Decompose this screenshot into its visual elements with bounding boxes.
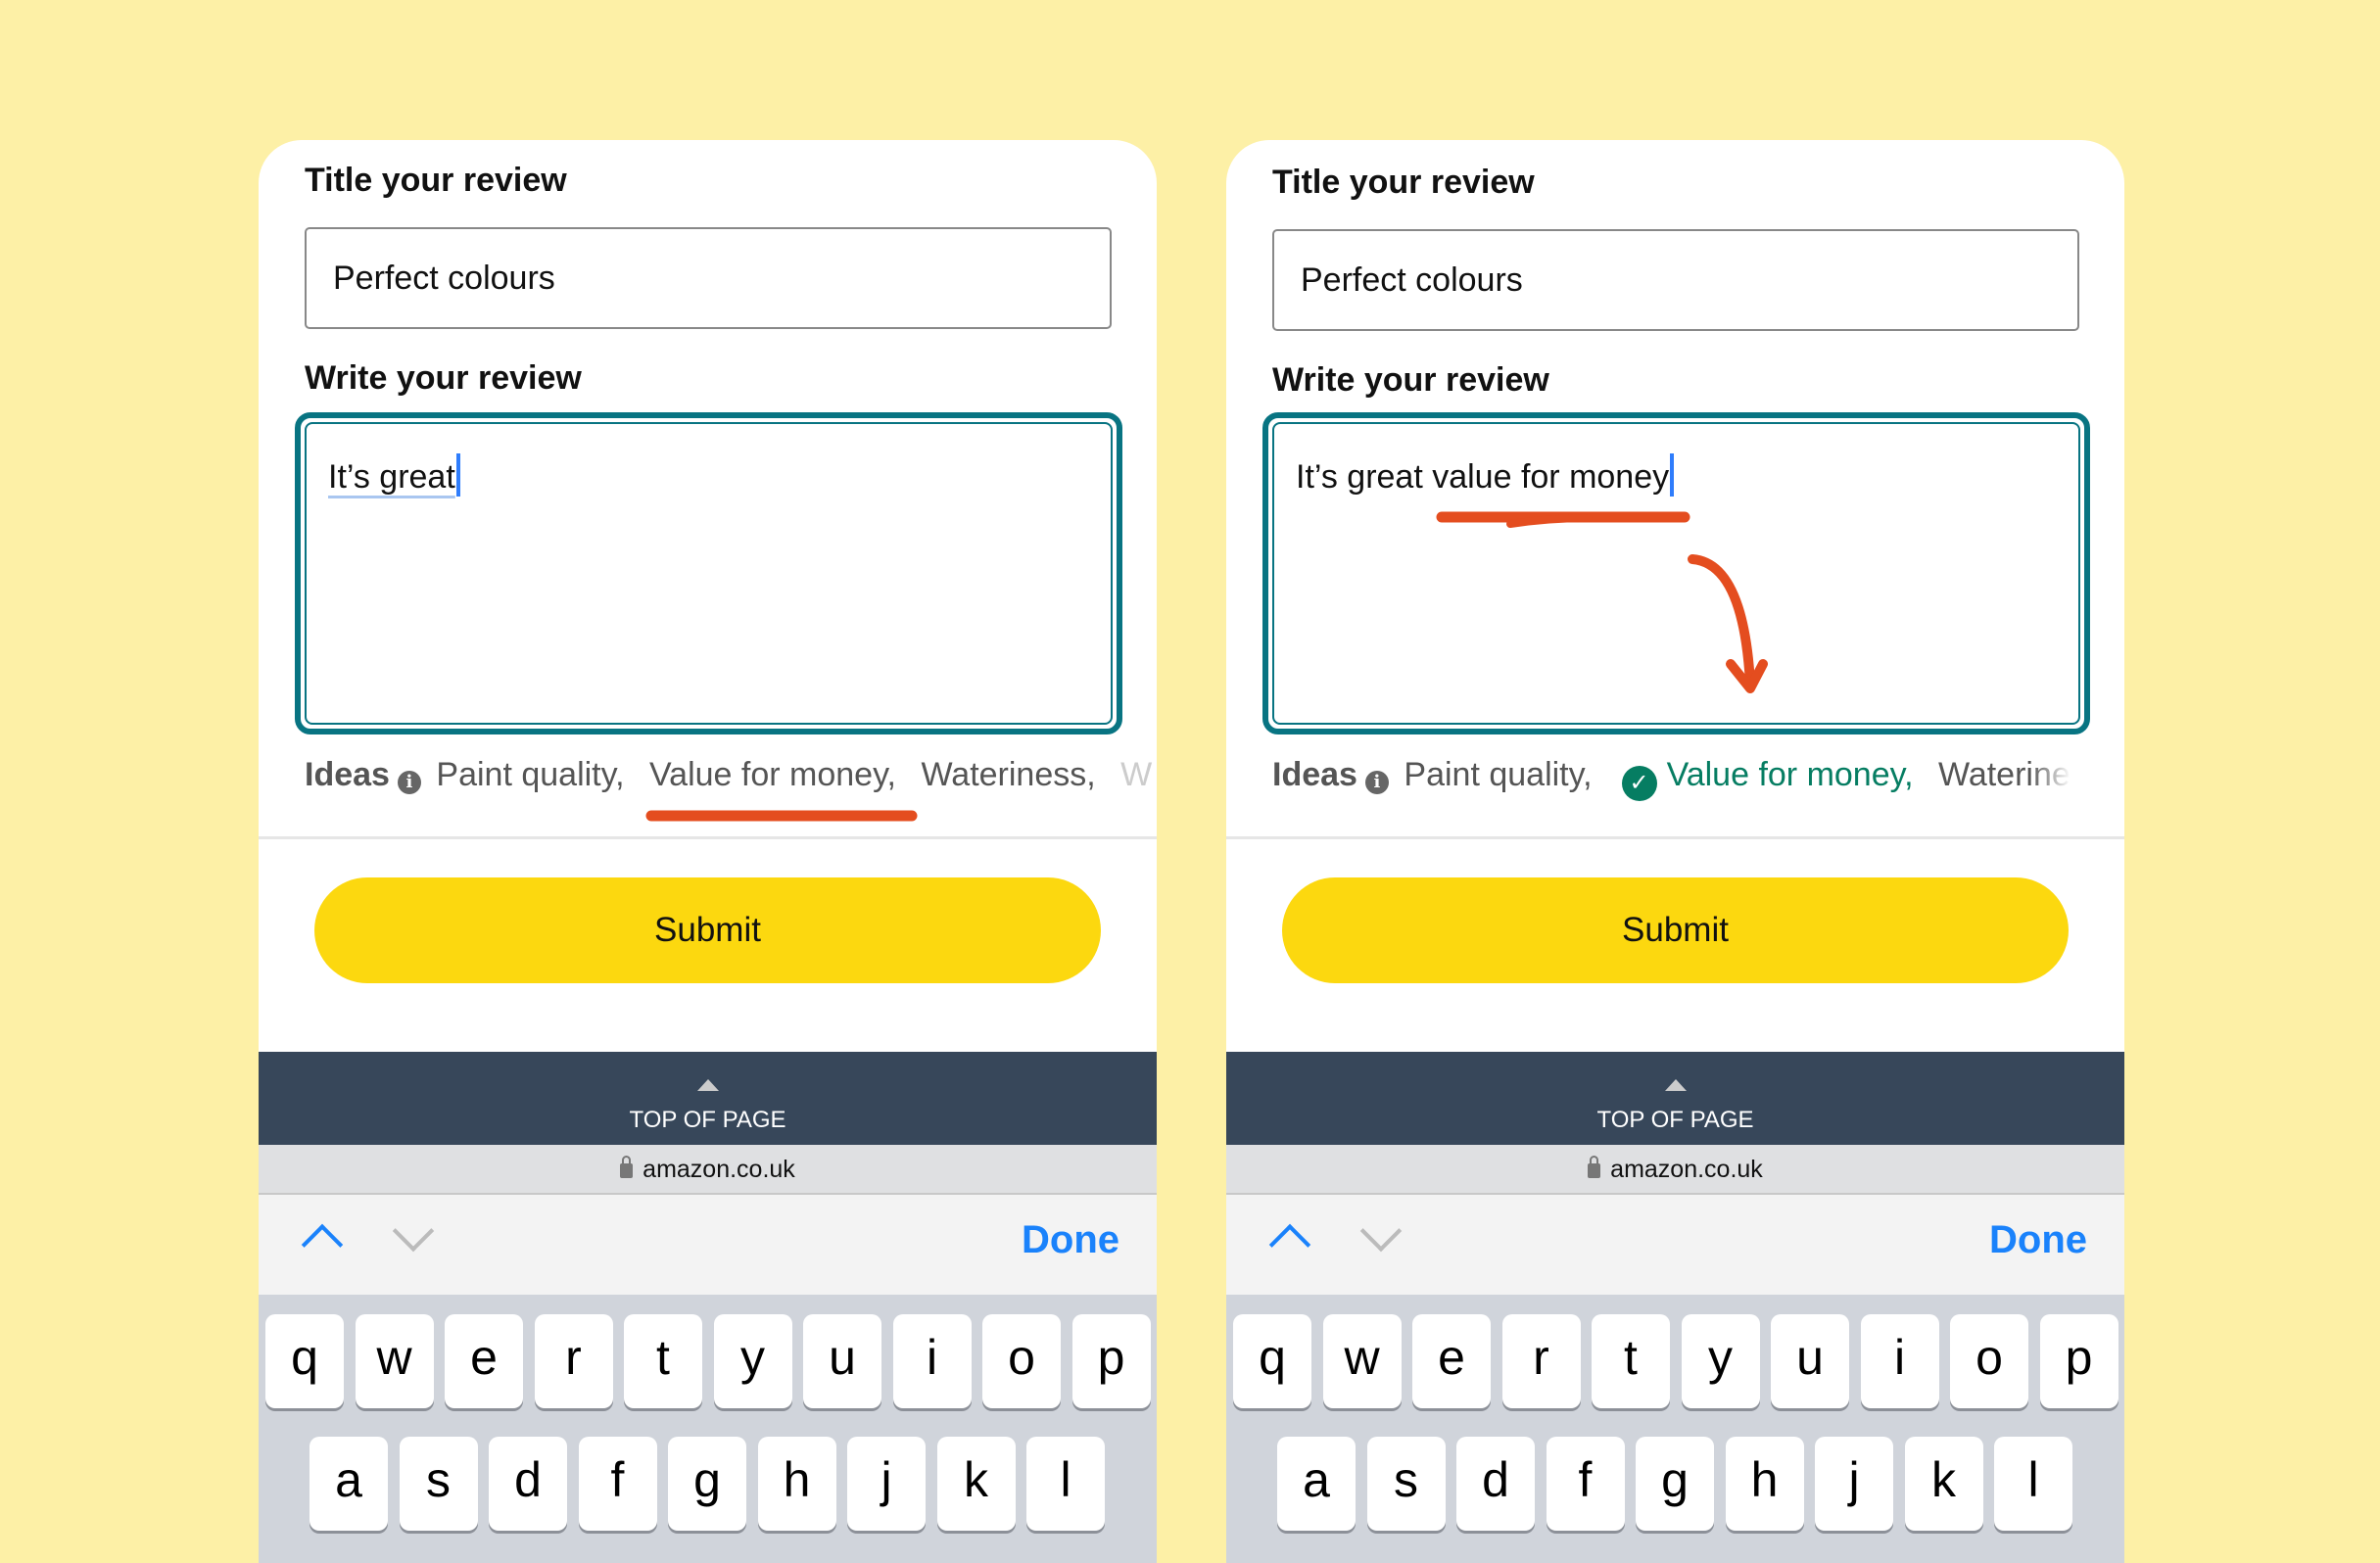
key-h[interactable]: h [1725, 1437, 1804, 1531]
lock-icon [1588, 1156, 1601, 1178]
idea-chip-selected[interactable]: Value for money, [1667, 756, 1914, 793]
key-q[interactable]: q [265, 1314, 344, 1408]
ideas-row: Ideas i Paint quality, Value for money, W… [305, 747, 1157, 802]
key-y[interactable]: y [713, 1314, 792, 1408]
key-e[interactable]: e [445, 1314, 523, 1408]
key-l[interactable]: l [1994, 1437, 2072, 1531]
title-input[interactable]: Perfect colours [1272, 229, 2079, 331]
key-p[interactable]: p [1071, 1314, 1151, 1408]
next-field-icon[interactable] [1359, 1209, 1403, 1253]
title-input[interactable]: Perfect colours [305, 227, 1112, 329]
idea-chip[interactable]: Paint quality, [436, 756, 624, 793]
url-text: amazon.co.uk [1610, 1156, 1763, 1183]
keyboard-toolbar: Done [259, 1195, 1157, 1295]
key-g[interactable]: g [668, 1437, 746, 1531]
key-h[interactable]: h [757, 1437, 836, 1531]
done-button[interactable]: Done [1022, 1218, 1119, 1262]
key-a[interactable]: a [309, 1437, 388, 1531]
previous-field-icon[interactable] [1268, 1223, 1311, 1266]
key-t[interactable]: t [624, 1314, 702, 1408]
ideas-label: Ideas [1272, 756, 1357, 793]
ideas-row: Ideas i Paint quality, ✓ Value for money, W… [1272, 747, 2115, 802]
keyboard-toolbar: Done [1226, 1195, 2124, 1295]
key-y[interactable]: y [1681, 1314, 1760, 1408]
key-g[interactable]: g [1636, 1437, 1714, 1531]
url-bar[interactable]: amazon.co.uk [1226, 1145, 2124, 1195]
key-d[interactable]: d [1456, 1437, 1535, 1531]
key-u[interactable]: u [1771, 1314, 1849, 1408]
submit-button[interactable]: Submit [314, 877, 1101, 983]
key-w[interactable]: w [1322, 1314, 1402, 1408]
key-l[interactable]: l [1026, 1437, 1105, 1531]
key-r[interactable]: r [1501, 1314, 1581, 1408]
checkmark-icon: ✓ [1621, 766, 1657, 801]
review-textarea-focus[interactable]: It’s great [295, 412, 1122, 734]
key-s[interactable]: s [1366, 1437, 1446, 1531]
info-icon[interactable]: i [1364, 771, 1389, 794]
top-of-page-link[interactable]: TOP OF PAGE [259, 1052, 1157, 1145]
key-s[interactable]: s [399, 1437, 478, 1531]
key-f[interactable]: f [1546, 1437, 1625, 1531]
review-form-before: Title your review Perfect colours Write … [259, 140, 1157, 1563]
idea-chip[interactable]: W [1120, 756, 1152, 793]
key-t[interactable]: t [1592, 1314, 1670, 1408]
review-text: It’s great [328, 458, 455, 496]
ideas-label: Ideas [305, 756, 390, 793]
caret-up-icon [696, 1079, 719, 1091]
previous-field-icon[interactable] [301, 1223, 344, 1266]
key-d[interactable]: d [489, 1437, 567, 1531]
idea-chip[interactable]: Value for money, [649, 756, 896, 793]
key-j[interactable]: j [847, 1437, 926, 1531]
next-field-icon[interactable] [392, 1209, 435, 1253]
key-p[interactable]: p [2039, 1314, 2118, 1408]
title-label: Title your review [305, 162, 567, 199]
top-of-page-label: TOP OF PAGE [629, 1107, 786, 1133]
review-form-after: Title your review Perfect colours Write … [1226, 140, 2124, 1563]
review-text: It’s great value for money [1296, 458, 1670, 496]
key-u[interactable]: u [803, 1314, 881, 1408]
review-label: Write your review [305, 359, 582, 397]
key-e[interactable]: e [1412, 1314, 1491, 1408]
url-text: amazon.co.uk [643, 1156, 795, 1183]
text-caret [455, 453, 460, 497]
key-w[interactable]: w [355, 1314, 434, 1408]
idea-chip[interactable]: Wateriness, [921, 756, 1095, 793]
info-icon[interactable]: i [397, 771, 421, 794]
done-button[interactable]: Done [1989, 1218, 2087, 1262]
title-label: Title your review [1272, 164, 1535, 201]
text-caret [1670, 453, 1675, 497]
caret-up-icon [1664, 1079, 1687, 1091]
key-k[interactable]: k [1904, 1437, 1983, 1531]
review-label: Write your review [1272, 361, 1549, 399]
review-textarea[interactable]: It’s great [305, 422, 1113, 725]
key-i[interactable]: i [892, 1314, 972, 1408]
divider [1226, 836, 2124, 839]
idea-chip[interactable]: Paint quality, [1404, 756, 1592, 793]
key-k[interactable]: k [936, 1437, 1016, 1531]
review-textarea[interactable]: It’s great value for money [1272, 422, 2080, 725]
top-of-page-link[interactable]: TOP OF PAGE [1226, 1052, 2124, 1145]
lock-icon [620, 1156, 634, 1178]
keyboard: qwertyuiop asdfghjkl [259, 1295, 1157, 1563]
submit-button[interactable]: Submit [1282, 877, 2069, 983]
keyboard: qwertyuiop asdfghjkl [1226, 1295, 2124, 1563]
top-of-page-label: TOP OF PAGE [1596, 1107, 1754, 1133]
key-i[interactable]: i [1860, 1314, 1939, 1408]
divider [259, 836, 1157, 839]
key-j[interactable]: j [1815, 1437, 1893, 1531]
key-r[interactable]: r [534, 1314, 613, 1408]
idea-chip[interactable]: Waterine [1938, 756, 2071, 793]
key-a[interactable]: a [1277, 1437, 1356, 1531]
key-q[interactable]: q [1233, 1314, 1311, 1408]
key-f[interactable]: f [578, 1437, 657, 1531]
review-textarea-focus[interactable]: It’s great value for money [1262, 412, 2090, 734]
annotation-underline [645, 810, 918, 822]
key-o[interactable]: o [982, 1314, 1061, 1408]
url-bar[interactable]: amazon.co.uk [259, 1145, 1157, 1195]
key-o[interactable]: o [1950, 1314, 2028, 1408]
